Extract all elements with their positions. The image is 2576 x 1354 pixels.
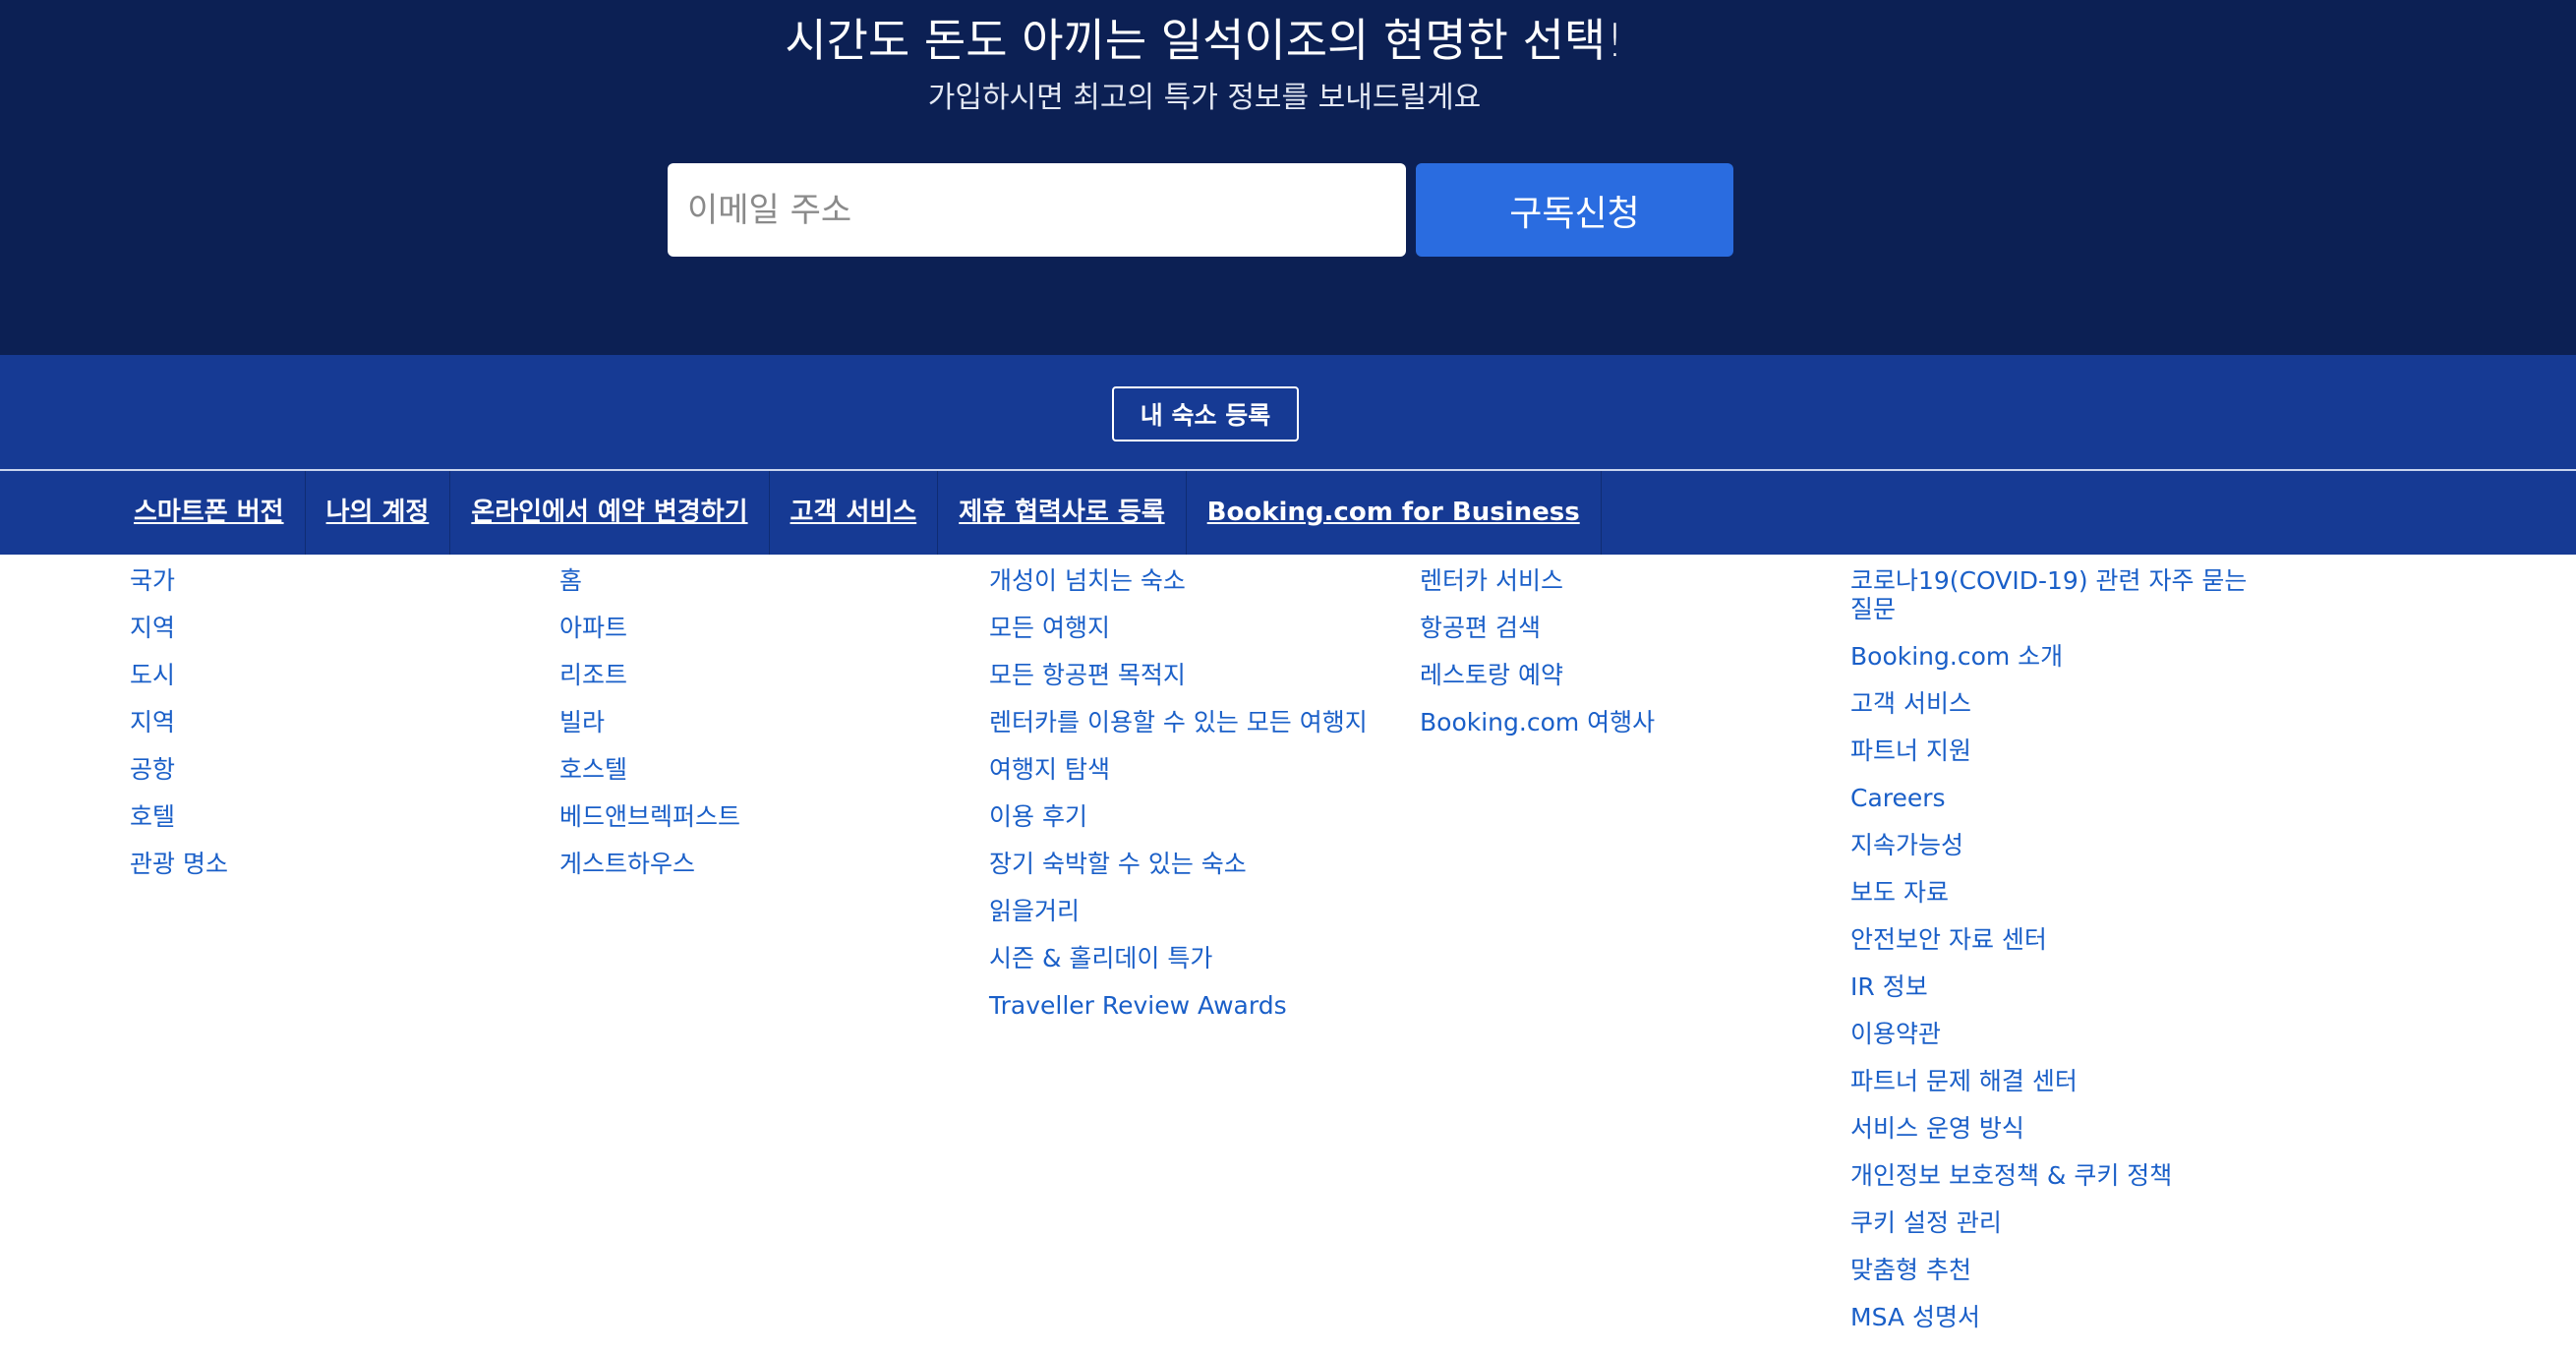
footer-link[interactable]: 리조트 xyxy=(559,661,972,689)
newsletter-title: 시간도 돈도 아끼는 일석이조의 현명한 선택! xyxy=(785,14,1624,67)
footer-link[interactable]: 고객 서비스 xyxy=(1850,689,2263,718)
footer-column-property-types: 홈 아파트 리조트 빌라 호스텔 베드앤브렉퍼스트 게스트하우스 xyxy=(559,566,972,897)
newsletter-section: 시간도 돈도 아끼는 일석이조의 현명한 선택! 가입하시면 최고의 특가 정보… xyxy=(0,0,2576,355)
footer-link[interactable]: 아파트 xyxy=(559,614,972,642)
footer-link[interactable]: 이용약관 xyxy=(1850,1020,2263,1048)
footer-column-discover: 개성이 넘치는 숙소 모든 여행지 모든 항공편 목적지 렌터카를 이용할 수 … xyxy=(989,566,1402,1038)
footer-link[interactable]: 지속가능성 xyxy=(1850,831,2263,859)
footer-column-company: 코로나19(COVID-19) 관련 자주 묻는 질문 Booking.com … xyxy=(1850,566,2263,1350)
footer-link[interactable]: 렌터카를 이용할 수 있는 모든 여행지 xyxy=(989,708,1402,736)
footer-column-services: 렌터카 서비스 항공편 검색 레스토랑 예약 Booking.com 여행사 xyxy=(1420,566,1833,755)
nav-link-booking-for-business[interactable]: Booking.com for Business xyxy=(1187,471,1602,555)
footer-link[interactable]: 항공편 검색 xyxy=(1420,614,1833,642)
footer-link[interactable]: 빌라 xyxy=(559,708,972,736)
footer-link[interactable]: 지역 xyxy=(130,614,543,642)
footer-link[interactable]: 레스토랑 예약 xyxy=(1420,661,1833,689)
subscribe-button[interactable]: 구독신청 xyxy=(1416,163,1733,257)
footer-link[interactable]: 개성이 넘치는 숙소 xyxy=(989,566,1402,595)
footer-link[interactable]: 홈 xyxy=(559,566,972,595)
footer-link[interactable]: 맞춤형 추천 xyxy=(1850,1256,2263,1284)
footer-link[interactable]: MSA 성명서 xyxy=(1850,1303,2263,1331)
nav-link-my-account[interactable]: 나의 계정 xyxy=(306,471,451,555)
footer-link[interactable]: 파트너 지원 xyxy=(1850,736,2263,765)
footer-link[interactable]: 게스트하우스 xyxy=(559,850,972,878)
footer-link[interactable]: Booking.com 여행사 xyxy=(1420,708,1833,736)
footer-link[interactable]: 호스텔 xyxy=(559,755,972,784)
nav-link-become-partner[interactable]: 제휴 협력사로 등록 xyxy=(938,471,1187,555)
footer-link[interactable]: 읽을거리 xyxy=(989,897,1402,925)
footer-link[interactable]: 코로나19(COVID-19) 관련 자주 묻는 질문 xyxy=(1850,566,2263,623)
footer-link[interactable]: 공항 xyxy=(130,755,543,784)
footer-link[interactable]: Booking.com 소개 xyxy=(1850,642,2263,671)
register-property-band: 내 숙소 등록 xyxy=(0,355,2576,471)
footer-link[interactable]: 장기 숙박할 수 있는 숙소 xyxy=(989,850,1402,878)
footer-link[interactable]: 개인정보 보호정책 & 쿠키 정책 xyxy=(1850,1161,2263,1190)
nav-link-customer-service[interactable]: 고객 서비스 xyxy=(770,471,939,555)
footer-link[interactable]: 안전보안 자료 센터 xyxy=(1850,925,2263,954)
footer-link[interactable]: 파트너 문제 해결 센터 xyxy=(1850,1067,2263,1095)
footer-link[interactable]: 도시 xyxy=(130,661,543,689)
footer-link[interactable]: 쿠키 설정 관리 xyxy=(1850,1208,2263,1237)
footer-link[interactable]: 베드앤브렉퍼스트 xyxy=(559,802,972,831)
footer-link[interactable]: 지역 xyxy=(130,708,543,736)
footer-link[interactable]: 렌터카 서비스 xyxy=(1420,566,1833,595)
footer-link[interactable]: 시즌 & 홀리데이 특가 xyxy=(989,944,1402,972)
nav-link-mobile-version[interactable]: 스마트폰 버전 xyxy=(113,471,306,555)
footer-link[interactable]: 호텔 xyxy=(130,802,543,831)
newsletter-subtitle: 가입하시면 최고의 특가 정보를 보내드릴게요 xyxy=(927,81,1482,115)
footer-link[interactable]: IR 정보 xyxy=(1850,972,2263,1001)
register-property-button[interactable]: 내 숙소 등록 xyxy=(1112,386,1299,442)
footer-link[interactable]: Careers xyxy=(1850,784,2263,812)
footer-link[interactable]: 모든 여행지 xyxy=(989,614,1402,642)
footer-link[interactable]: 국가 xyxy=(130,566,543,595)
footer-links: 국가 지역 도시 지역 공항 호텔 관광 명소 홈 아파트 리조트 빌라 호스텔… xyxy=(0,555,2576,1341)
email-input[interactable] xyxy=(668,163,1406,257)
footer-link[interactable]: 여행지 탐색 xyxy=(989,755,1402,784)
footer-nav-bar: 스마트폰 버전 나의 계정 온라인에서 예약 변경하기 고객 서비스 제휴 협력… xyxy=(0,471,2576,555)
footer-link[interactable]: 모든 항공편 목적지 xyxy=(989,661,1402,689)
nav-link-manage-booking[interactable]: 온라인에서 예약 변경하기 xyxy=(450,471,770,555)
footer-link[interactable]: 이용 후기 xyxy=(989,802,1402,831)
footer-link[interactable]: 보도 자료 xyxy=(1850,878,2263,907)
footer-link[interactable]: Traveller Review Awards xyxy=(989,991,1402,1020)
footer-column-places: 국가 지역 도시 지역 공항 호텔 관광 명소 xyxy=(130,566,543,897)
footer-link[interactable]: 서비스 운영 방식 xyxy=(1850,1114,2263,1143)
footer-link[interactable]: 관광 명소 xyxy=(130,850,543,878)
